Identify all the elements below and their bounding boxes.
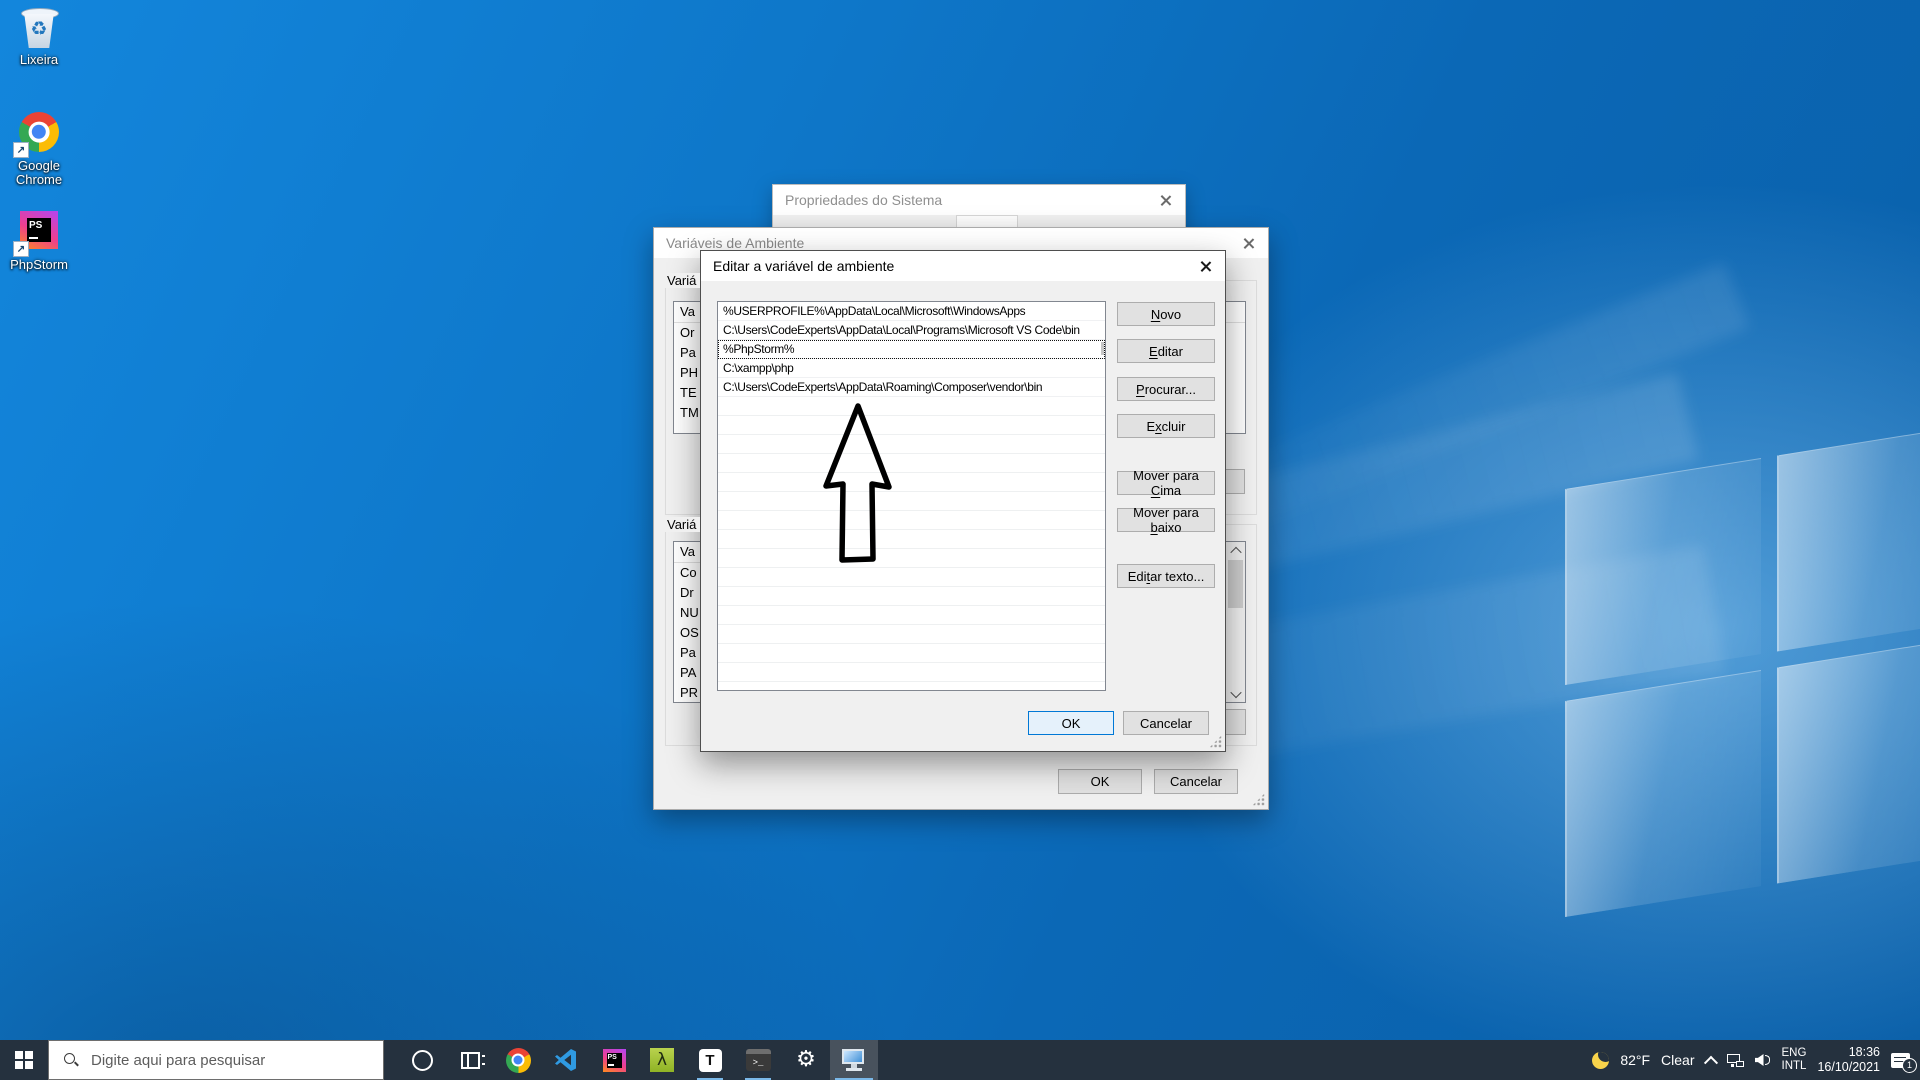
mover-baixo-button[interactable]: Mover para baixo — [1117, 508, 1215, 532]
excluir-button[interactable]: Excluir — [1117, 414, 1215, 438]
tray-temperature[interactable]: 82°F — [1620, 1052, 1650, 1068]
ok-button[interactable]: OK — [1028, 711, 1114, 735]
notification-badge: 1 — [1902, 1058, 1917, 1073]
system-tray: 82°F Clear ENG INTL 18:36 16/10/2021 1 — [1592, 1040, 1920, 1080]
cancel-button[interactable]: Cancelar — [1154, 769, 1238, 794]
editar-texto-button[interactable]: Editar texto... — [1117, 564, 1215, 588]
close-icon — [1159, 194, 1172, 207]
edit-environment-variable-dialog: Editar a variável de ambiente %USERPROFI… — [700, 250, 1226, 752]
show-hidden-icons-chevron-icon[interactable] — [1703, 1056, 1717, 1070]
desktop-icon-label: Google Chrome — [5, 159, 73, 187]
shortcut-arrow-icon: ↗ — [13, 142, 29, 158]
dialog-title: Editar a variável de ambiente — [701, 258, 894, 274]
t-icon: T — [699, 1049, 722, 1072]
tray-time: 18:36 — [1817, 1045, 1880, 1060]
phpstorm-icon: PS — [603, 1049, 626, 1072]
window-title: Propriedades do Sistema — [773, 192, 942, 208]
phpstorm-icon: PS ↗ — [17, 211, 61, 255]
scroll-up-button[interactable] — [1226, 542, 1245, 559]
close-button[interactable] — [1145, 185, 1185, 215]
resize-grip[interactable] — [1252, 793, 1265, 806]
scrollbar-thumb[interactable] — [1228, 560, 1243, 608]
cancel-button[interactable]: Cancelar — [1123, 711, 1209, 735]
novo-button[interactable]: Novo — [1117, 302, 1215, 326]
tray-weather[interactable]: Clear — [1661, 1052, 1694, 1068]
language-indicator[interactable]: ENG INTL — [1782, 1047, 1807, 1073]
user-variables-group-label: Variá — [663, 273, 700, 288]
taskbar-search[interactable] — [48, 1040, 384, 1080]
taskbar-app-settings[interactable]: ⚙ — [782, 1040, 830, 1080]
editar-button[interactable]: Editar — [1117, 339, 1215, 363]
close-icon — [1199, 260, 1212, 273]
tray-date: 16/10/2021 — [1817, 1060, 1880, 1075]
search-icon — [63, 1052, 79, 1068]
annotation-arrow-icon — [810, 395, 920, 580]
desktop-icon-google-chrome[interactable]: ↗ Google Chrome — [5, 110, 73, 187]
taskbar-app-lambda[interactable]: λ — [638, 1040, 686, 1080]
taskbar-app-phpstorm[interactable]: PS — [590, 1040, 638, 1080]
volume-icon[interactable] — [1755, 1053, 1771, 1067]
task-view-icon — [461, 1052, 480, 1069]
chevron-down-icon — [1230, 686, 1241, 697]
desktop-icon-label: PhpStorm — [5, 258, 73, 272]
windows-logo-wallpaper — [1565, 421, 1920, 919]
search-input[interactable] — [89, 1051, 383, 1070]
chrome-icon: ↗ — [17, 112, 61, 156]
path-list-item-selected[interactable]: %PhpStorm% — [718, 340, 1105, 359]
action-center-icon[interactable]: 1 — [1891, 1053, 1910, 1068]
shortcut-arrow-icon: ↗ — [13, 241, 29, 257]
desktop-icon-lixeira[interactable]: ♻ Lixeira — [5, 6, 73, 67]
desktop-icon-phpstorm[interactable]: PS ↗ PhpStorm — [5, 208, 73, 272]
titlebar[interactable]: Editar a variável de ambiente — [701, 251, 1225, 281]
lambda-icon: λ — [650, 1048, 674, 1072]
recycle-symbol-icon: ♻ — [17, 18, 61, 40]
taskbar-app-chrome[interactable] — [494, 1040, 542, 1080]
vscode-icon — [554, 1048, 578, 1072]
path-list-item[interactable]: C:\xampp\php — [718, 359, 1105, 378]
resize-grip[interactable] — [1209, 735, 1222, 748]
task-view-button[interactable] — [446, 1040, 494, 1080]
close-icon — [1242, 237, 1255, 250]
taskbar-app-vscode[interactable] — [542, 1040, 590, 1080]
taskbar: PS λ T >_ ⚙ 82°F Clear — [0, 1040, 1920, 1080]
computer-icon — [841, 1049, 867, 1071]
ok-button[interactable]: OK — [1058, 769, 1142, 794]
windows-desktop: ♻ Lixeira ↗ Google Chrome PS ↗ PhpStorm … — [0, 0, 1920, 1080]
path-list-item[interactable]: C:\Users\CodeExperts\AppData\Local\Progr… — [718, 321, 1105, 340]
cortana-icon — [412, 1050, 433, 1071]
recycle-bin-icon: ♻ — [17, 6, 61, 50]
cortana-button[interactable] — [398, 1040, 446, 1080]
desktop-icon-label: Lixeira — [5, 53, 73, 67]
taskbar-app-terminal[interactable]: >_ — [734, 1040, 782, 1080]
chevron-up-icon — [1230, 546, 1241, 557]
vertical-scrollbar[interactable] — [1225, 542, 1245, 702]
procurar-button[interactable]: Procurar... — [1117, 377, 1215, 401]
scroll-down-button[interactable] — [1226, 685, 1245, 702]
clock[interactable]: 18:36 16/10/2021 — [1817, 1045, 1880, 1075]
titlebar[interactable]: Propriedades do Sistema — [773, 185, 1185, 215]
start-button[interactable] — [0, 1040, 48, 1080]
scroll-tick — [1101, 342, 1104, 355]
close-button[interactable] — [1185, 251, 1225, 281]
windows-logo-icon — [15, 1051, 33, 1069]
network-icon[interactable] — [1727, 1054, 1744, 1067]
path-list-item[interactable]: %USERPROFILE%\AppData\Local\Microsoft\Wi… — [718, 302, 1105, 321]
window-title: Variáveis de Ambiente — [654, 235, 804, 251]
taskbar-app-system-properties[interactable] — [830, 1040, 878, 1080]
mover-cima-button[interactable]: Mover para Cima — [1117, 471, 1215, 495]
taskbar-app-text-editor[interactable]: T — [686, 1040, 734, 1080]
weather-moon-icon[interactable] — [1592, 1052, 1609, 1069]
gear-icon: ⚙ — [796, 1049, 816, 1071]
chrome-icon — [506, 1048, 531, 1073]
system-variables-group-label: Variá — [663, 517, 700, 532]
close-button[interactable] — [1228, 228, 1268, 258]
terminal-icon: >_ — [746, 1049, 771, 1071]
